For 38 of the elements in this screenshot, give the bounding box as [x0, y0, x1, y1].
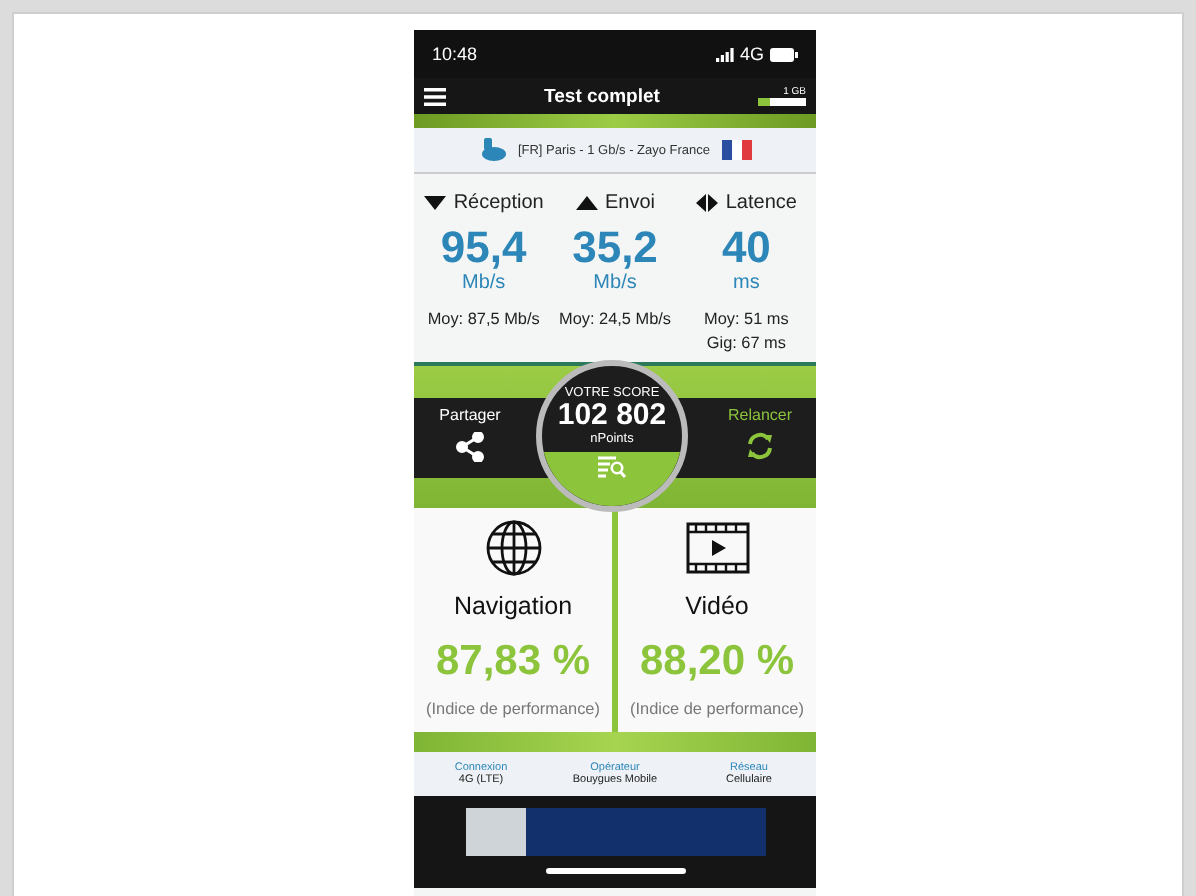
globe-icon — [483, 518, 543, 578]
performance-percent: 88,20 % — [639, 638, 795, 686]
stat-label: Réception — [453, 191, 544, 213]
performance-note: (Indice de performance) — [630, 700, 804, 718]
share-button[interactable]: Partager — [414, 397, 526, 477]
film-play-icon — [685, 522, 749, 574]
status-time: 10:48 — [432, 44, 478, 64]
stat-detail: Moy: 87,5 Mb/s — [427, 308, 540, 332]
stat-value: 40 — [721, 224, 771, 272]
stat-label: Envoi — [605, 191, 656, 213]
battery-icon — [770, 47, 798, 61]
signal-icon — [715, 47, 734, 61]
performance-percent: 87,83 % — [435, 638, 591, 686]
stat-label: Latence — [725, 191, 797, 213]
refresh-icon — [746, 431, 774, 459]
card-title: Navigation — [453, 592, 573, 620]
restart-button[interactable]: Relancer — [704, 397, 816, 477]
stat-unit: Mb/s — [462, 272, 506, 296]
share-icon — [456, 431, 484, 461]
stat-unit: Mb/s — [593, 272, 637, 296]
left-right-arrows-icon — [695, 193, 718, 211]
stat-detail: Gig: 67 ms — [706, 332, 786, 356]
up-triangle-icon — [575, 195, 597, 209]
network-type: 4G — [739, 44, 764, 64]
card-title: Vidéo — [685, 592, 749, 620]
stat-detail: Moy: 51 ms — [704, 308, 789, 332]
data-gauge-icon — [757, 98, 806, 106]
stat-value: 35,2 — [572, 224, 658, 272]
french-flag-icon — [722, 140, 753, 160]
stat-value: 95,4 — [440, 224, 527, 272]
stat-unit: ms — [733, 272, 760, 296]
performance-note: (Indice de performance) — [426, 700, 600, 718]
screen-title: Test complet — [544, 85, 660, 107]
menu-icon[interactable] — [424, 87, 446, 105]
score-value: 102 802 — [557, 400, 667, 432]
stat-detail: Moy: 24,5 Mb/s — [559, 308, 671, 332]
ad-banner-image[interactable] — [465, 808, 765, 856]
down-triangle-icon — [423, 195, 446, 209]
